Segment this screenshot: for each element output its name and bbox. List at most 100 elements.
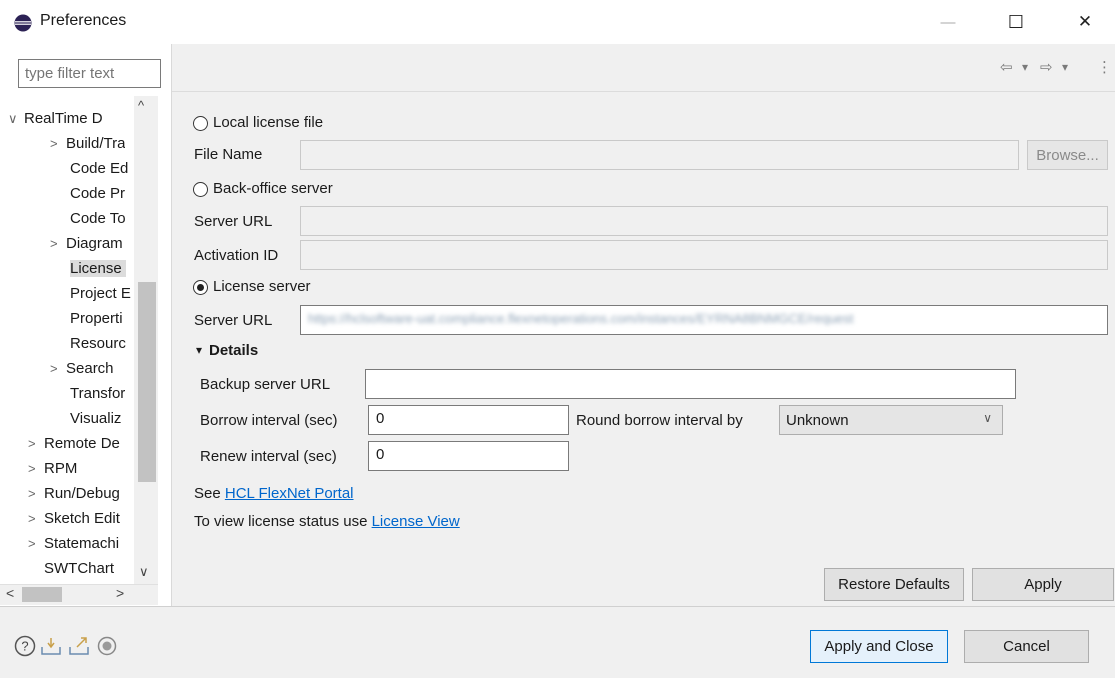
filter-input[interactable] [18,59,161,88]
tree-item-build[interactable]: > Build/Tra [50,131,125,156]
round-borrow-label: Round borrow interval by [576,412,743,429]
chevron-right-icon[interactable]: > [50,356,66,381]
chevron-right-icon[interactable]: > [28,431,44,456]
status-prefix: To view license status use [194,513,372,530]
tree-item-remote-dev[interactable]: > Remote De [28,431,120,456]
tree-item-label: Visualiz [70,410,122,427]
minimize-button[interactable]: — [925,6,971,38]
tree-item-label: RealTime D [24,110,103,127]
tree-item-label: Project E [70,285,131,302]
chevron-right-icon[interactable]: > [28,481,44,506]
tree-item-properties[interactable]: Properti [70,306,123,331]
tree-item-diagram[interactable]: > Diagram [50,231,123,256]
preference-tree-panel: ∨RealTime D >Build/Tra Code Ed Code Pr C… [0,44,172,606]
radio-selected-icon[interactable] [193,280,208,295]
license-server-url-value: https://hclsoftware-uat.compliance.flexn… [308,311,854,326]
borrow-interval-label: Borrow interval (sec) [200,412,338,429]
apply-and-close-button[interactable]: Apply and Close [810,630,948,663]
tree-item-visualization[interactable]: Visualiz [70,406,121,431]
tree-item-label: Remote De [44,435,120,452]
radio-icon[interactable] [193,116,208,131]
tree-item-label: Sketch Edit [44,510,120,527]
local-license-label: Local license file [213,114,324,131]
details-toggle-icon[interactable]: ▾ [196,343,202,357]
maximize-button[interactable]: ☐ [993,6,1039,38]
back-icon[interactable]: ⇦ [1000,58,1013,76]
scroll-up-icon[interactable]: ^ [138,98,144,113]
back-menu-icon[interactable]: ▾ [1022,60,1028,74]
tree-item-statemachine[interactable]: > Statemachi [28,531,119,556]
license-view-link[interactable]: License View [372,513,460,530]
tree-item-run-debug[interactable]: > Run/Debug [28,481,120,506]
view-menu-icon[interactable]: ⋮ [1097,58,1112,76]
tree-item-swtchart[interactable]: SWTChart [44,556,114,581]
license-server-url-field[interactable]: https://hclsoftware-uat.compliance.flexn… [300,305,1108,335]
chevron-right-icon[interactable]: > [50,131,66,156]
tree-item-label: Resourc [70,335,126,352]
flexnet-portal-link[interactable]: HCL FlexNet Portal [225,485,354,502]
close-button[interactable]: ✕ [1062,6,1108,38]
round-borrow-value: Unknown [786,412,849,429]
chevron-right-icon[interactable]: > [28,506,44,531]
browse-button[interactable]: Browse... [1027,140,1108,170]
tree-item-label: Code To [70,210,126,227]
scroll-left-icon[interactable]: < [6,585,14,601]
file-name-field[interactable] [300,140,1019,170]
scroll-right-icon[interactable]: > [116,585,124,601]
tree-item-transform[interactable]: Transfor [70,381,125,406]
tree-item-project[interactable]: Project E [70,281,131,306]
backup-url-label: Backup server URL [200,376,331,393]
radio-icon[interactable] [193,182,208,197]
tree-item-label: Transfor [70,385,126,402]
backoffice-label: Back-office server [213,180,333,197]
backup-url-input[interactable] [365,369,1016,399]
see-prefix: See [194,485,225,502]
import-icon[interactable] [40,635,62,657]
tree-item-resources[interactable]: Resourc [70,331,126,356]
local-license-radio[interactable] [193,114,208,133]
tree-item-license[interactable]: License [70,256,126,281]
tree-item-code-editor[interactable]: Code Ed [70,156,128,181]
tree-item-label: RPM [44,460,78,477]
renew-interval-input[interactable]: 0 [368,441,569,471]
borrow-interval-input[interactable]: 0 [368,405,569,435]
details-section-title[interactable]: Details [209,342,258,359]
help-icon[interactable]: ? [14,635,36,657]
apply-button[interactable]: Apply [972,568,1114,601]
tree-item-label: Code Ed [70,160,129,177]
tree-item-label: Search [66,360,114,377]
tree-item-rpm[interactable]: > RPM [28,456,77,481]
chevron-right-icon[interactable]: > [50,231,66,256]
chevron-right-icon[interactable]: > [28,456,44,481]
scroll-down-icon[interactable]: ∨ [139,564,149,580]
tree-item-label: Code Pr [70,185,126,202]
tree-item-realtime[interactable]: ∨ RealTime D [8,106,103,131]
tree-item-code-preview[interactable]: Code Pr [70,181,125,206]
tree-item-sketch-editor[interactable]: > Sketch Edit [28,506,120,531]
round-borrow-select[interactable]: Unknown ∨ [779,405,1003,435]
chevron-down-icon: ∨ [983,411,992,425]
restore-defaults-button[interactable]: Restore Defaults [824,568,964,601]
vertical-scroll-thumb[interactable] [138,282,156,482]
chevron-right-icon[interactable]: > [28,531,44,556]
license-server-radio[interactable] [193,278,208,297]
backoffice-url-field[interactable] [300,206,1108,236]
tree-item-label: License [70,260,126,277]
backoffice-radio[interactable] [193,180,208,199]
window-title: Preferences [40,12,127,29]
backoffice-url-label: Server URL [194,213,273,230]
activation-id-field[interactable] [300,240,1108,270]
tree-item-search[interactable]: > Search [50,356,114,381]
tree-item-label: Build/Tra [66,135,126,152]
record-icon[interactable] [96,635,118,657]
export-icon[interactable] [68,635,90,657]
eclipse-app-icon [14,14,32,32]
tree-item-label: Diagram [66,235,123,252]
tree-item-label: SWTChart [44,560,115,577]
forward-icon[interactable]: ⇨ [1040,58,1053,76]
horizontal-scroll-thumb[interactable] [22,587,62,602]
forward-menu-icon[interactable]: ▾ [1062,60,1068,74]
tree-item-code-tools[interactable]: Code To [70,206,126,231]
chevron-down-icon[interactable]: ∨ [8,106,24,131]
cancel-button[interactable]: Cancel [964,630,1089,663]
